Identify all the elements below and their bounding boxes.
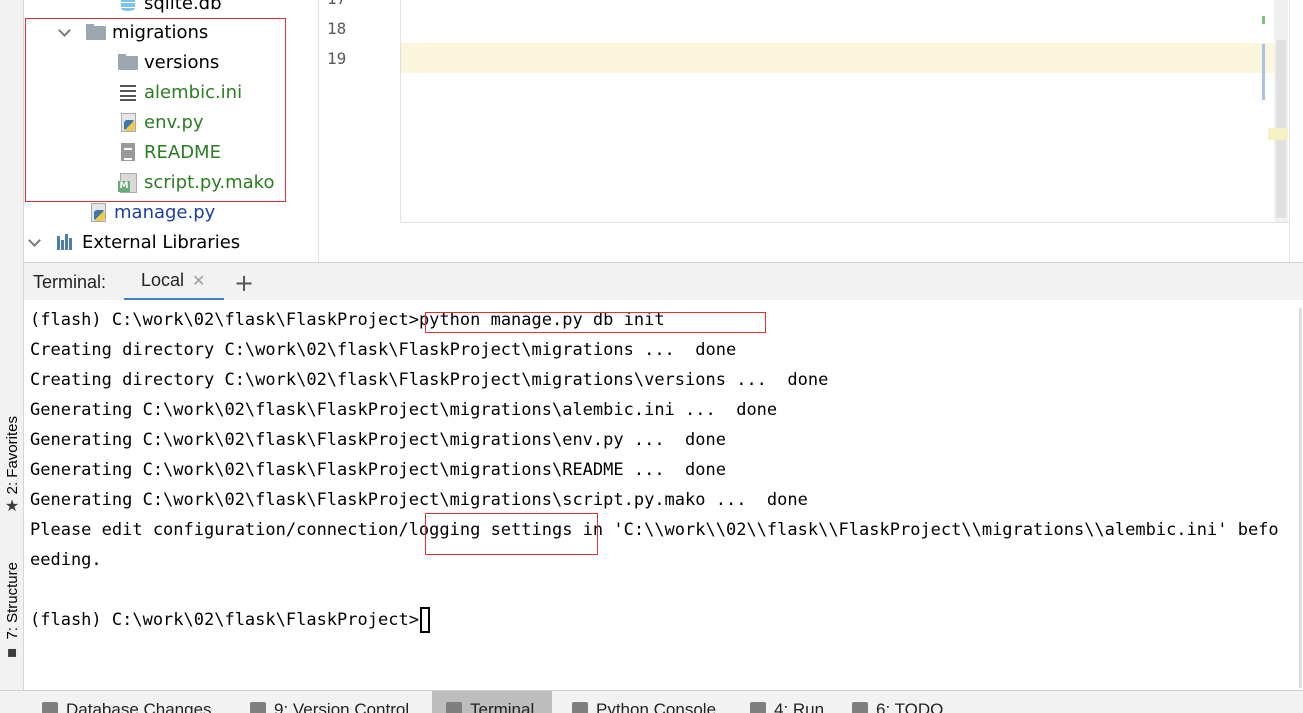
- chevron-down-icon[interactable]: [28, 236, 40, 248]
- tree-item-label: migrations: [112, 21, 209, 43]
- tree-item-manage-py[interactable]: manage.py: [88, 197, 215, 227]
- library-icon: [56, 232, 76, 252]
- text-file-icon: [118, 142, 138, 162]
- tab-label: 6: TODO: [876, 700, 944, 713]
- tab-terminal[interactable]: Terminal: [432, 691, 552, 713]
- terminal-header: Terminal: Local ✕ +: [24, 262, 1303, 301]
- terminal-line: (flash) C:\work\02\flask\FlaskProject>py…: [30, 305, 665, 335]
- editor-scrollbar[interactable]: [1274, 0, 1288, 222]
- structure-icon: ▪: [6, 641, 18, 661]
- tree-item-label: alembic.ini: [144, 81, 243, 103]
- change-marker-added: [1262, 16, 1265, 24]
- star-icon: ★: [4, 496, 20, 516]
- python-file-icon: [88, 202, 108, 222]
- project-tree: sqlite.db migrations versions alembic.in…: [24, 0, 318, 262]
- terminal-line: eeding.: [30, 550, 102, 570]
- tab-label: 9: Version Control: [274, 700, 410, 713]
- tab-label: Terminal: [470, 700, 535, 713]
- tab-database-changes[interactable]: Database Changes: [42, 691, 212, 713]
- run-icon: [750, 702, 766, 713]
- tree-item-migrations[interactable]: migrations: [58, 17, 208, 47]
- add-tab-icon[interactable]: +: [234, 269, 254, 297]
- ini-file-icon: [118, 82, 138, 102]
- tab-label: 4: Run: [774, 700, 825, 713]
- structure-tab[interactable]: 7: Structure ▪: [0, 562, 24, 660]
- warning-marker: [1268, 128, 1288, 140]
- change-marker-modified: [1262, 44, 1265, 100]
- tree-item-external-libraries[interactable]: External Libraries: [28, 227, 240, 257]
- line-number: 18: [327, 19, 347, 38]
- close-icon[interactable]: ✕: [192, 271, 205, 290]
- tab-version-control[interactable]: 9: Version Control: [250, 691, 409, 713]
- python-icon: [572, 702, 588, 713]
- line-number: 19: [327, 49, 347, 68]
- favorites-tab-label: 2: Favorites: [3, 416, 21, 495]
- terminal-title: Terminal:: [33, 272, 107, 292]
- terminal-line: Generating C:\work\02\flask\FlaskProject…: [30, 430, 726, 450]
- database-icon: [42, 702, 58, 713]
- tree-item-label: sqlite.db: [144, 0, 222, 14]
- tree-item-label: versions: [144, 51, 220, 73]
- tree-item-versions[interactable]: versions: [118, 47, 219, 77]
- terminal-command: python manage.py db init: [418, 310, 665, 330]
- favorites-tab[interactable]: 2: Favorites ★: [0, 416, 24, 514]
- tab-python-console[interactable]: Python Console: [572, 691, 716, 713]
- editor-gutter: 17 18 19: [319, 0, 401, 222]
- current-line-highlight: [319, 43, 1279, 73]
- line-number: 17: [327, 0, 346, 8]
- terminal-line: Generating C:\work\02\flask\FlaskProject…: [30, 460, 726, 480]
- tree-item-script-py-mako[interactable]: script.py.mako: [118, 167, 274, 197]
- chevron-down-icon[interactable]: [58, 26, 70, 38]
- tree-item-label: script.py.mako: [144, 171, 275, 193]
- tree-item-alembic-ini[interactable]: alembic.ini: [118, 77, 242, 107]
- database-file-icon: [118, 0, 138, 13]
- terminal-line: Please edit configuration/connection/log…: [30, 520, 1279, 540]
- tab-local[interactable]: Local ✕: [124, 263, 224, 301]
- terminal-output[interactable]: (flash) C:\work\02\flask\FlaskProject>py…: [24, 300, 1303, 690]
- terminal-icon: [446, 702, 462, 713]
- tree-item-readme[interactable]: README: [118, 137, 221, 167]
- terminal-cursor: [419, 607, 430, 633]
- tab-run[interactable]: 4: Run: [750, 691, 824, 713]
- tree-item-label: External Libraries: [82, 231, 241, 253]
- left-tool-strip: 2: Favorites ★ 7: Structure ▪: [0, 0, 24, 690]
- terminal-line: Generating C:\work\02\flask\FlaskProject…: [30, 400, 778, 420]
- right-edge-strip: [1289, 0, 1303, 262]
- tree-item-label: README: [144, 141, 221, 163]
- todo-icon: [852, 702, 868, 713]
- terminal-line[interactable]: (flash) C:\work\02\flask\FlaskProject>: [30, 605, 430, 635]
- terminal-line: Generating C:\work\02\flask\FlaskProject…: [30, 490, 808, 510]
- folder-icon: [118, 52, 138, 72]
- vcs-icon: [250, 702, 266, 713]
- terminal-prompt: (flash) C:\work\02\flask\FlaskProject>: [30, 310, 419, 330]
- tab-label: Python Console: [596, 700, 717, 713]
- python-file-icon: [118, 112, 138, 132]
- tab-local-label: Local: [141, 270, 185, 290]
- tree-item-env-py[interactable]: env.py: [118, 107, 204, 137]
- bottom-tool-bar: Database Changes 9: Version Control Term…: [0, 690, 1303, 713]
- terminal-prompt: (flash) C:\work\02\flask\FlaskProject>: [30, 610, 419, 630]
- tab-label: Database Changes: [66, 700, 212, 713]
- tree-item-sqlite-db[interactable]: sqlite.db: [118, 0, 222, 18]
- terminal-line: Creating directory C:\work\02\flask\Flas…: [30, 370, 829, 390]
- terminal-line: Creating directory C:\work\02\flask\Flas…: [30, 340, 737, 360]
- structure-tab-label: 7: Structure: [3, 562, 21, 640]
- tree-item-label: env.py: [144, 111, 204, 133]
- code-editor[interactable]: 17 18 19: [318, 0, 1303, 262]
- terminal-scrollbar[interactable]: [1299, 308, 1302, 688]
- folder-icon: [86, 22, 106, 42]
- tab-todo[interactable]: 6: TODO: [852, 691, 943, 713]
- tree-item-label: manage.py: [114, 201, 216, 223]
- editor-bottom-border: [401, 222, 1289, 223]
- mako-file-icon: [118, 172, 138, 193]
